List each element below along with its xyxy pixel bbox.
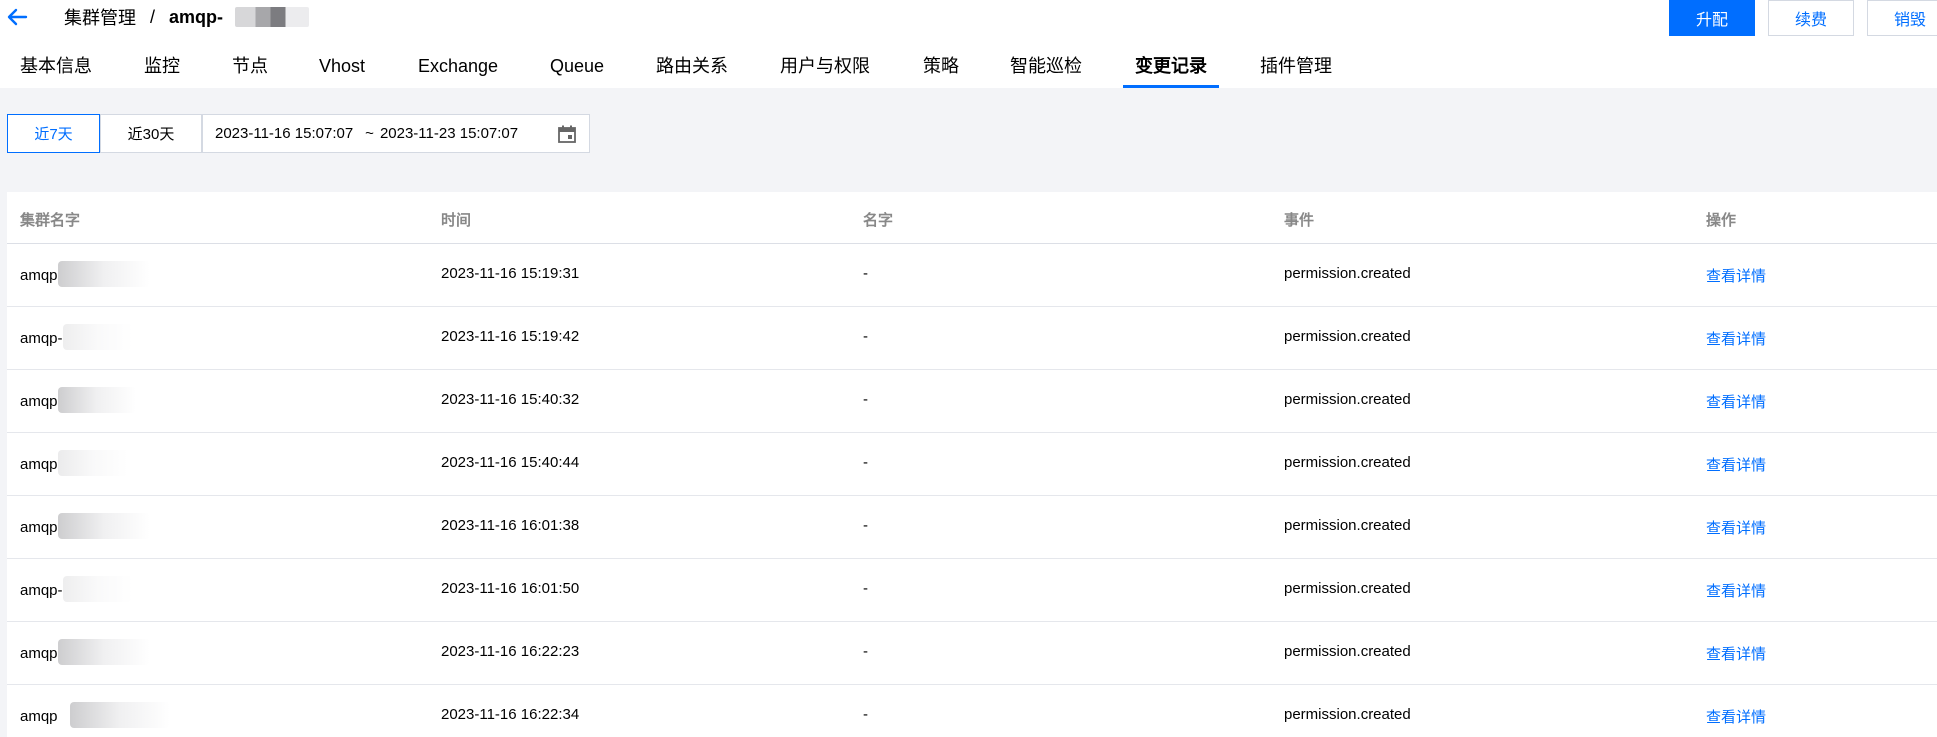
time-cell: 2023-11-16 16:22:34 (441, 706, 580, 723)
table-row: amqp 2023-11-16 16:22:34 - permission.cr… (7, 685, 1937, 737)
tab-routing[interactable]: 路由关系 (656, 52, 728, 88)
redacted-text (57, 450, 128, 476)
cluster-name: amqp- (20, 581, 63, 599)
column-actions: 操作 (1706, 212, 1737, 229)
name-cell: - (863, 517, 868, 534)
renew-button[interactable]: 续费 (1768, 0, 1854, 36)
back-arrow-icon[interactable] (6, 6, 28, 28)
last-30-days-button[interactable]: 近30天 (100, 114, 202, 153)
cluster-name: amqp- (20, 329, 63, 347)
date-separator: ~ (365, 125, 374, 142)
cluster-name: amqp (20, 455, 58, 473)
event-cell: permission.created (1284, 706, 1411, 723)
table-row: amqp 2023-11-16 15:19:31 - permission.cr… (7, 244, 1937, 307)
event-cell: permission.created (1284, 517, 1411, 534)
redacted-text (57, 639, 150, 665)
table-row: amqp 2023-11-16 16:01:38 - permission.cr… (7, 496, 1937, 559)
table-row: amqp- 2023-11-16 15:19:42 - permission.c… (7, 307, 1937, 370)
event-cell: permission.created (1284, 454, 1411, 471)
cluster-name: amqp (20, 392, 58, 410)
tab-change-log[interactable]: 变更记录 (1123, 52, 1219, 88)
tab-exchange[interactable]: Exchange (418, 52, 498, 88)
time-cell: 2023-11-16 16:01:38 (441, 517, 580, 534)
name-cell: - (863, 328, 868, 345)
date-range-picker[interactable]: 2023-11-16 15:07:07 ~ 2023-11-23 15:07:0… (202, 114, 590, 153)
name-cell: - (863, 454, 868, 471)
date-end: 2023-11-23 15:07:07 (379, 125, 519, 142)
top-bar: 集群管理 / amqp- 升配 续费 销毁 基本信息 监控 节点 Vhost E… (0, 0, 1937, 88)
column-event: 事件 (1284, 212, 1315, 229)
time-cell: 2023-11-16 15:40:44 (441, 454, 580, 471)
table-row: amqp 2023-11-16 15:40:32 - permission.cr… (7, 370, 1937, 433)
view-details-link[interactable]: 查看详情 (1706, 706, 1766, 727)
tab-inspection[interactable]: 智能巡检 (1010, 52, 1082, 88)
calendar-icon[interactable] (557, 124, 577, 144)
tab-vhost[interactable]: Vhost (319, 52, 365, 88)
time-cell: 2023-11-16 15:19:42 (441, 328, 580, 345)
tab-nodes[interactable]: 节点 (232, 52, 268, 88)
event-cell: permission.created (1284, 391, 1411, 408)
breadcrumb-separator: / (150, 6, 156, 27)
time-cell: 2023-11-16 16:01:50 (441, 580, 580, 597)
breadcrumb-current: amqp- (169, 6, 224, 27)
table-header: 集群名字 时间 名字 事件 操作 (7, 192, 1937, 244)
date-range-filter: 近7天 近30天 2023-11-16 15:07:07 ~ 2023-11-2… (7, 114, 590, 153)
name-cell: - (863, 391, 868, 408)
column-time: 时间 (441, 212, 472, 229)
cluster-name: amqp (20, 266, 58, 284)
name-cell: - (863, 643, 868, 660)
event-cell: permission.created (1284, 643, 1411, 660)
redacted-text (57, 513, 150, 539)
view-details-link[interactable]: 查看详情 (1706, 328, 1766, 349)
time-cell: 2023-11-16 16:22:23 (441, 643, 580, 660)
tab-monitor[interactable]: 监控 (144, 52, 180, 88)
breadcrumb: 集群管理 / amqp- (64, 4, 310, 30)
tab-basic-info[interactable]: 基本信息 (20, 52, 92, 88)
tab-plugins[interactable]: 插件管理 (1260, 52, 1332, 88)
change-log-table: 集群名字 时间 名字 事件 操作 amqp 2023-11-16 15:19:3… (7, 192, 1937, 737)
tab-users-permissions[interactable]: 用户与权限 (780, 52, 870, 88)
table-row: amqp 2023-11-16 15:40:44 - permission.cr… (7, 433, 1937, 496)
time-cell: 2023-11-16 15:40:32 (441, 391, 580, 408)
view-details-link[interactable]: 查看详情 (1706, 580, 1766, 601)
tab-policies[interactable]: 策略 (923, 52, 959, 88)
view-details-link[interactable]: 查看详情 (1706, 391, 1766, 412)
view-details-link[interactable]: 查看详情 (1706, 265, 1766, 286)
redacted-text (62, 576, 133, 602)
event-cell: permission.created (1284, 265, 1411, 282)
upgrade-button[interactable]: 升配 (1669, 0, 1755, 36)
table-row: amqp- 2023-11-16 16:01:50 - permission.c… (7, 559, 1937, 622)
redacted-text (69, 702, 170, 728)
event-cell: permission.created (1284, 328, 1411, 345)
redacted-text (57, 387, 136, 413)
column-cluster-name: 集群名字 (20, 212, 81, 229)
last-7-days-button[interactable]: 近7天 (7, 114, 100, 153)
redacted-text (62, 324, 133, 350)
cluster-name: amqp (20, 644, 58, 662)
destroy-button[interactable]: 销毁 (1867, 0, 1937, 36)
name-cell: - (863, 580, 868, 597)
event-cell: permission.created (1284, 580, 1411, 597)
name-cell: - (863, 265, 868, 282)
date-start: 2023-11-16 15:07:07 (215, 125, 354, 142)
column-name: 名字 (863, 212, 894, 229)
view-details-link[interactable]: 查看详情 (1706, 454, 1766, 475)
table-row: amqp 2023-11-16 16:22:23 - permission.cr… (7, 622, 1937, 685)
view-details-link[interactable]: 查看详情 (1706, 517, 1766, 538)
view-details-link[interactable]: 查看详情 (1706, 643, 1766, 664)
time-cell: 2023-11-16 15:19:31 (441, 265, 580, 282)
cluster-name: amqp (20, 518, 58, 536)
redacted-text (57, 261, 150, 287)
cluster-name: amqp (20, 707, 58, 725)
tab-queue[interactable]: Queue (550, 52, 604, 88)
name-cell: - (863, 706, 868, 723)
redacted-cluster-id (235, 7, 310, 27)
breadcrumb-parent[interactable]: 集群管理 (64, 4, 136, 30)
